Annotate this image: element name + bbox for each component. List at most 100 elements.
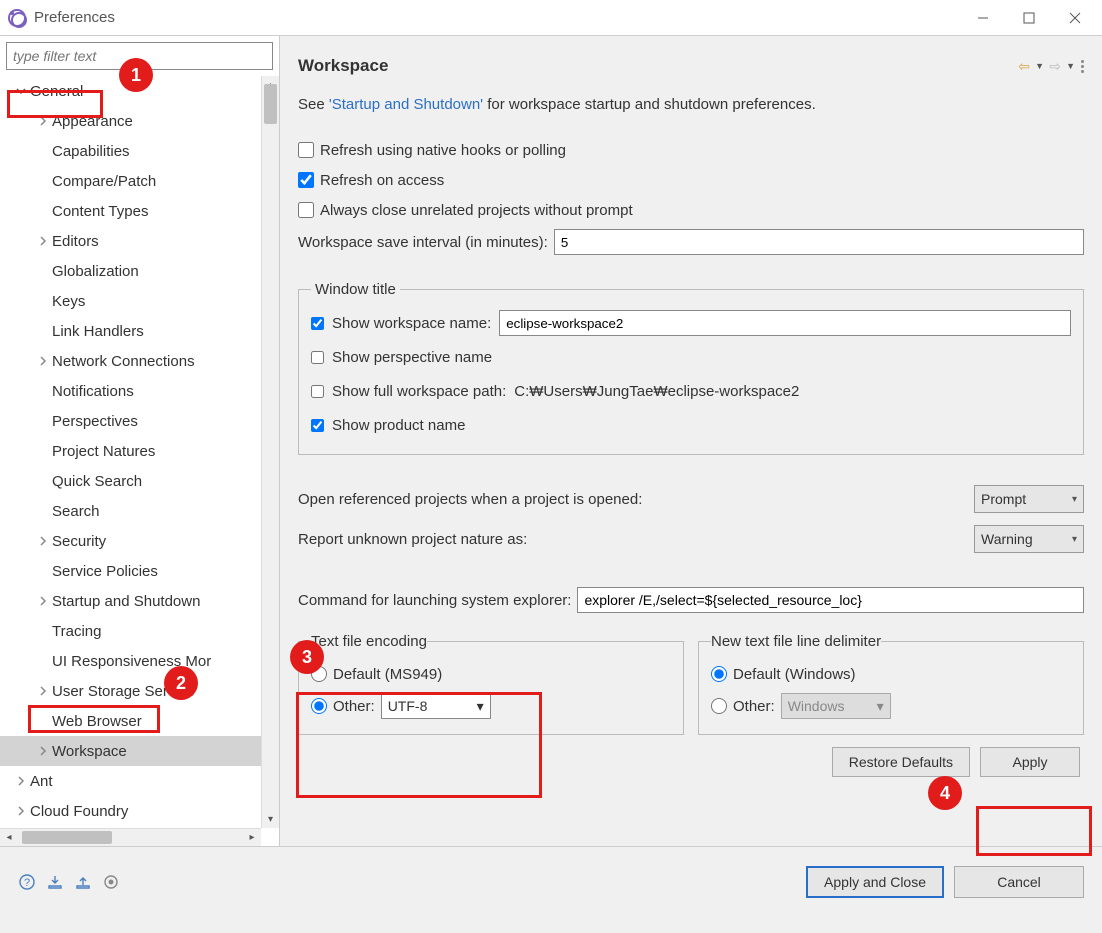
tree-item-label: Quick Search xyxy=(52,473,142,490)
delimiter-other-radio[interactable] xyxy=(711,698,727,714)
refresh-native-label: Refresh using native hooks or polling xyxy=(320,142,566,159)
open-referenced-select[interactable]: Prompt▾ xyxy=(974,485,1084,513)
chevron-right-icon xyxy=(36,624,50,638)
encoding-default-radio[interactable] xyxy=(311,666,327,682)
delimiter-default-radio[interactable] xyxy=(711,666,727,682)
encoding-other-combo[interactable]: UTF-8▾ xyxy=(381,693,491,719)
chevron-right-icon xyxy=(36,504,50,518)
show-perspective-checkbox[interactable] xyxy=(311,351,324,364)
tree-item-label: Perspectives xyxy=(52,413,138,430)
sidebar: GeneralAppearance Capabilities Compare/Pat… xyxy=(0,36,280,846)
open-referenced-label: Open referenced projects when a project … xyxy=(298,491,966,508)
startup-shutdown-link[interactable]: 'Startup and Shutdown' xyxy=(329,96,483,113)
tree-item[interactable]: Globalization xyxy=(0,256,261,286)
save-interval-label: Workspace save interval (in minutes): xyxy=(298,234,548,251)
explorer-cmd-input[interactable] xyxy=(577,587,1084,613)
tree-item-label: Web Browser xyxy=(52,713,142,730)
ws-name-input[interactable] xyxy=(499,310,1071,336)
import-icon[interactable] xyxy=(46,873,64,891)
tree-item[interactable]: Network Connections xyxy=(0,346,261,376)
tree-item-label: Security xyxy=(52,533,106,550)
save-interval-input[interactable] xyxy=(554,229,1084,255)
export-icon[interactable] xyxy=(74,873,92,891)
chevron-right-icon xyxy=(36,684,50,698)
tree-item-label: User Storage Service xyxy=(52,683,195,700)
tree-item[interactable]: Capabilities xyxy=(0,136,261,166)
chevron-right-icon xyxy=(36,294,50,308)
report-nature-select[interactable]: Warning▾ xyxy=(974,525,1084,553)
encoding-default-label: Default (MS949) xyxy=(333,666,442,683)
horizontal-scrollbar[interactable]: ◂▸ xyxy=(0,828,261,846)
tree-item-label: Capabilities xyxy=(52,143,130,160)
show-ws-name-label: Show workspace name: xyxy=(332,315,491,332)
kebab-menu-icon[interactable] xyxy=(1081,60,1084,73)
tree-item[interactable]: Service Policies xyxy=(0,556,261,586)
apply-button[interactable]: Apply xyxy=(980,747,1080,777)
chevron-right-icon xyxy=(36,474,50,488)
refresh-native-checkbox[interactable] xyxy=(298,142,314,158)
tree-item[interactable]: Notifications xyxy=(0,376,261,406)
delimiter-group: New text file line delimiter Default (Wi… xyxy=(698,633,1084,735)
encoding-legend: Text file encoding xyxy=(311,633,427,650)
cancel-button[interactable]: Cancel xyxy=(954,866,1084,898)
tree-item-label: Project Natures xyxy=(52,443,155,460)
tree-item[interactable]: Perspectives xyxy=(0,406,261,436)
close-button[interactable] xyxy=(1052,2,1098,34)
forward-menu-icon[interactable]: ▼ xyxy=(1066,61,1075,71)
vertical-scrollbar[interactable]: ▴▾ xyxy=(261,76,279,828)
back-icon[interactable]: ⇦ xyxy=(1015,58,1033,74)
minimize-button[interactable] xyxy=(960,2,1006,34)
tree-item[interactable]: Link Handlers xyxy=(0,316,261,346)
forward-icon[interactable]: ⇨ xyxy=(1046,58,1064,74)
chevron-right-icon xyxy=(36,444,50,458)
encoding-other-radio[interactable] xyxy=(311,698,327,714)
svg-text:?: ? xyxy=(24,877,30,889)
show-product-label: Show product name xyxy=(332,417,465,434)
restore-defaults-button[interactable]: Restore Defaults xyxy=(832,747,970,777)
tree-item[interactable]: General xyxy=(0,76,261,106)
tree-item-label: Search xyxy=(52,503,100,520)
chevron-right-icon xyxy=(36,234,50,248)
explorer-cmd-label: Command for launching system explorer: xyxy=(298,592,571,609)
tree-item[interactable]: Compare/Patch xyxy=(0,166,261,196)
tree-item[interactable]: UI Responsiveness Mor xyxy=(0,646,261,676)
tree-item[interactable]: Ant xyxy=(0,766,261,796)
chevron-right-icon xyxy=(36,654,50,668)
tree-item[interactable]: Startup and Shutdown xyxy=(0,586,261,616)
full-path-value: C:₩Users₩JungTae₩eclipse-workspace2 xyxy=(514,383,799,400)
tree-item[interactable]: Cloud Foundry xyxy=(0,796,261,826)
back-menu-icon[interactable]: ▼ xyxy=(1035,61,1044,71)
apply-and-close-button[interactable]: Apply and Close xyxy=(806,866,944,898)
record-icon[interactable] xyxy=(102,873,120,891)
tree-item[interactable]: Editors xyxy=(0,226,261,256)
tree-item[interactable]: Quick Search xyxy=(0,466,261,496)
preferences-tree[interactable]: GeneralAppearance Capabilities Compare/Pat… xyxy=(0,76,261,828)
chevron-right-icon xyxy=(36,534,50,548)
tree-item-label: Cloud Foundry xyxy=(30,803,128,820)
maximize-button[interactable] xyxy=(1006,2,1052,34)
show-ws-name-checkbox[interactable] xyxy=(311,317,324,330)
tree-item[interactable]: Workspace xyxy=(0,736,261,766)
chevron-right-icon xyxy=(36,204,50,218)
tree-item[interactable]: Security xyxy=(0,526,261,556)
tree-item[interactable]: Search xyxy=(0,496,261,526)
tree-item-label: Link Handlers xyxy=(52,323,144,340)
tree-item-label: Ant xyxy=(30,773,53,790)
help-icon[interactable]: ? xyxy=(18,873,36,891)
tree-item[interactable]: User Storage Service xyxy=(0,676,261,706)
delimiter-other-combo[interactable]: Windows▾ xyxy=(781,693,891,719)
tree-item[interactable]: Project Natures xyxy=(0,436,261,466)
show-product-checkbox[interactable] xyxy=(311,419,324,432)
always-close-checkbox[interactable] xyxy=(298,202,314,218)
tree-item[interactable]: Tracing xyxy=(0,616,261,646)
tree-item[interactable]: Appearance xyxy=(0,106,261,136)
filter-input[interactable] xyxy=(6,42,273,70)
tree-item-label: Startup and Shutdown xyxy=(52,593,200,610)
delimiter-other-label: Other: xyxy=(733,698,775,715)
tree-item[interactable]: Content Types xyxy=(0,196,261,226)
tree-item[interactable]: Keys xyxy=(0,286,261,316)
show-full-path-checkbox[interactable] xyxy=(311,385,324,398)
encoding-group: Text file encoding Default (MS949) Other… xyxy=(298,633,684,735)
refresh-access-checkbox[interactable] xyxy=(298,172,314,188)
tree-item[interactable]: Web Browser xyxy=(0,706,261,736)
